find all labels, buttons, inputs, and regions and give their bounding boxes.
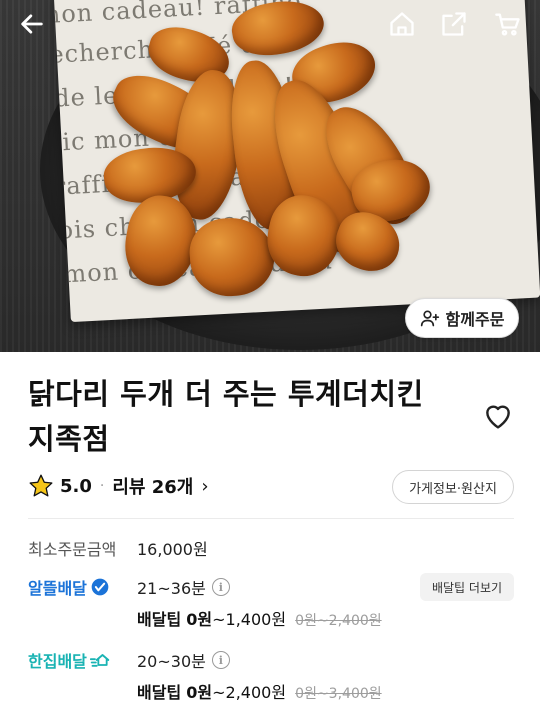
tip-original-price: 0원~3,400원 [295,686,382,702]
heart-icon[interactable] [482,400,514,432]
rating-review-link[interactable]: 5.0 · 리뷰 26개 › [28,470,209,502]
min-order-label: 최소주문금액 [28,540,117,559]
back-button[interactable] [12,4,52,44]
single-delivery-tip: 배달팁 0원~2,400원 0원~3,400원 [137,679,382,703]
saver-time-value: 21~36분 [137,579,206,598]
group-order-label: 함께주문 [445,310,505,329]
chevron-right-icon: › [201,475,209,497]
home-icon [390,12,414,36]
store-name-line2: 지족점 [28,422,110,456]
cart-icon [495,13,520,36]
single-delivery-label: 한집배달 [28,652,87,671]
tip-label: 배달팁 [137,610,182,629]
store-hero-image: non cadeau! raffiné recherché · Né de de… [0,0,540,352]
home-button[interactable] [382,4,422,44]
tip-original-price: 0원~2,400원 [295,613,382,629]
single-delivery-brand: 한집배달 [28,648,110,672]
review-count: 리뷰 26개 [112,477,194,498]
store-name: 닭다리 두개 더 주는 투계더치킨 지족점 [28,372,468,462]
saver-badge-icon [91,578,109,596]
cart-button[interactable] [488,4,528,44]
tip-label: 배달팁 [137,683,182,702]
tip-range: ~2,400원 [212,683,287,702]
house-speed-icon [89,654,110,667]
saver-delivery-tip: 배달팁 0원~1,400원 0원~2,400원 [137,606,382,630]
rating-score: 5.0 [60,475,92,497]
saver-delivery-brand: 알뜰배달 [28,575,110,599]
info-icon[interactable]: i [211,578,230,596]
info-icon[interactable]: i [211,651,230,669]
divider [28,518,514,519]
tip-range: ~1,400원 [212,610,287,629]
group-order-button[interactable]: 함께주문 [405,298,519,338]
tip-zero: 0원 [186,610,213,629]
arrow-left-icon [21,14,43,34]
single-delivery-time: 20~30분 i [137,648,230,672]
single-time-value: 20~30분 [137,652,206,671]
share-icon [442,12,466,36]
saver-delivery-label: 알뜰배달 [28,579,87,598]
store-name-line1: 닭다리 두개 더 주는 투계더치킨 [28,377,424,411]
star-icon [29,474,53,497]
saver-delivery-time: 21~36분 i [137,575,230,599]
store-info-origin-button[interactable]: 가게정보·원산지 [392,470,514,504]
person-add-icon [420,310,439,327]
separator-dot: · [99,478,105,494]
share-button[interactable] [434,4,474,44]
min-order-value: 16,000원 [137,540,208,559]
tip-zero: 0원 [186,683,213,702]
more-delivery-tip-button[interactable]: 배달팁 더보기 [420,573,514,601]
